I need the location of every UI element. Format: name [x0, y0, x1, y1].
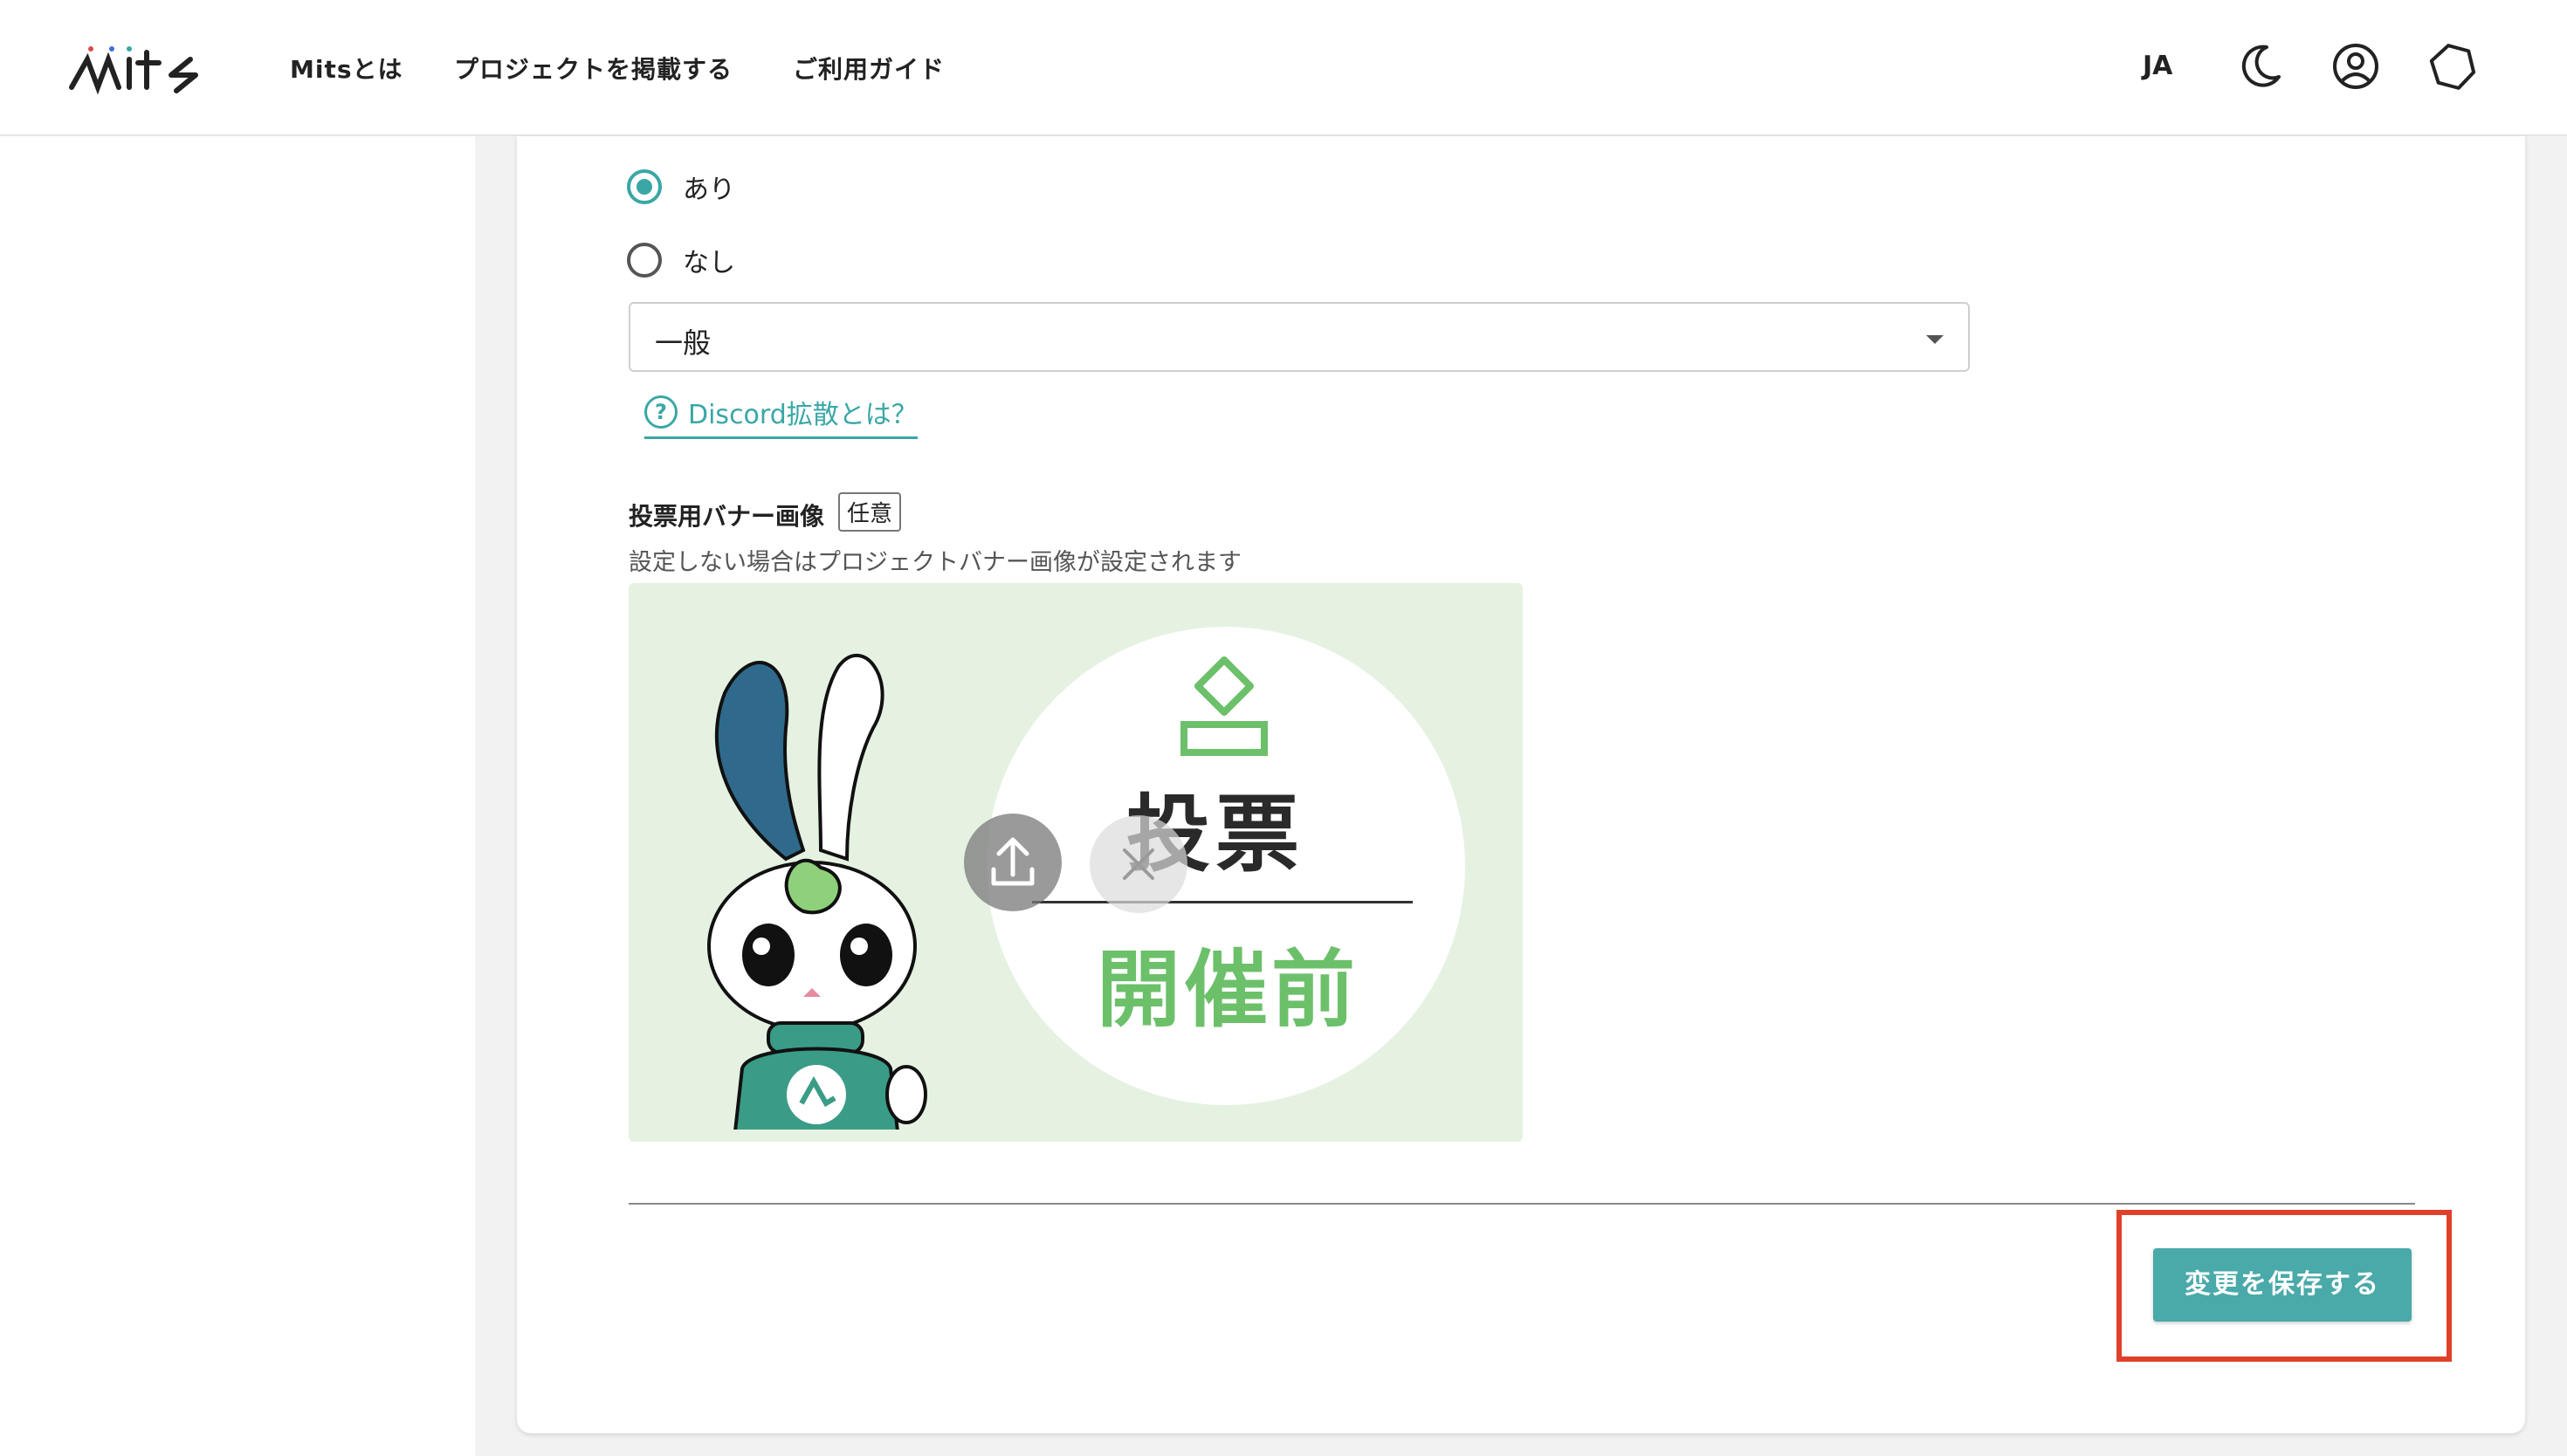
ballot-box-icon [1180, 656, 1268, 756]
radio-yes[interactable] [627, 169, 662, 204]
nav-post-project[interactable]: プロジェクトを掲載する [454, 51, 733, 86]
left-rail [0, 136, 475, 1456]
optional-badge: 任意 [838, 492, 902, 532]
discord-option-no[interactable]: なし [627, 241, 735, 279]
close-icon [1123, 848, 1154, 880]
hexagon-icon[interactable] [2424, 38, 2480, 94]
user-icon[interactable] [2328, 38, 2384, 94]
discord-help-link[interactable]: ? Discord拡散とは？ [644, 393, 918, 439]
chevron-down-icon [1926, 335, 1944, 344]
banner-field-description: 設定しない場合はプロジェクトバナー画像が設定されます [629, 549, 1242, 576]
select-value: 一般 [655, 326, 712, 360]
save-changes-button[interactable]: 変更を保存する [2153, 1248, 2412, 1322]
discord-option-yes[interactable]: あり [627, 168, 735, 206]
form-divider [629, 1203, 2415, 1205]
top-header: Mitsとは プロジェクトを掲載する ご利用ガイド JA [0, 0, 2567, 136]
radio-no[interactable] [627, 243, 662, 278]
discord-category-select[interactable]: 一般 [629, 302, 1970, 372]
upload-icon [991, 837, 1035, 886]
question-icon: ? [644, 395, 678, 429]
upload-image-button[interactable] [964, 814, 1062, 911]
banner-field-title: 投票用バナー画像 [629, 502, 825, 531]
remove-image-button[interactable] [1090, 815, 1187, 913]
language-switch[interactable]: JA [2143, 51, 2172, 81]
vote-banner-preview: 投票 開催前 [629, 583, 1523, 1142]
help-link-text: Discord拡散とは？ [688, 400, 918, 430]
moon-icon[interactable] [2232, 38, 2288, 94]
nav-guide[interactable]: ご利用ガイド [793, 51, 945, 86]
rabbit-mascot-image [707, 653, 927, 1130]
radio-yes-label: あり [683, 175, 735, 205]
banner-status-text: 開催前 [1097, 941, 1359, 1039]
nav-about[interactable]: Mitsとは [290, 51, 403, 86]
radio-no-label: なし [683, 248, 735, 278]
mits-logo[interactable] [68, 40, 213, 96]
